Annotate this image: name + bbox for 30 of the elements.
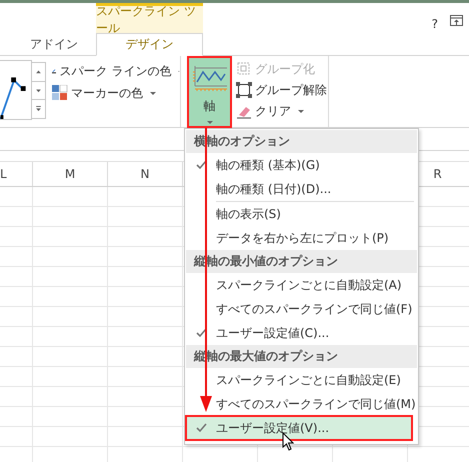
color-squares-icon: [52, 85, 68, 101]
menu-item[interactable]: 軸の種類 (日付)(D)...: [186, 177, 417, 201]
sparkline-preview-drawing: [0, 77, 26, 119]
menu-item[interactable]: 軸の表示(S): [186, 202, 417, 226]
axis-button[interactable]: 軸: [187, 56, 232, 128]
help-button[interactable]: ?: [432, 15, 438, 33]
column-header: R: [433, 167, 442, 181]
ribbon-tab[interactable]: デザイン: [96, 33, 203, 56]
command-button[interactable]: クリア: [236, 102, 328, 120]
command-button[interactable]: グループ解除: [236, 81, 328, 99]
command-button: グループ化: [236, 60, 328, 78]
contextual-tab-label: スパークライン ツール: [96, 3, 203, 33]
menu-item[interactable]: すべてのスパークラインで同じ値(F): [186, 297, 417, 321]
menu-item[interactable]: スパークラインごとに自動設定(A): [186, 273, 417, 297]
column-header: L: [0, 167, 7, 181]
command-button[interactable]: スパーク ラインの色: [52, 62, 180, 80]
menu-item[interactable]: すべてのスパークラインで同じ値(M): [186, 392, 417, 416]
axis-chart-icon: [190, 64, 228, 92]
column-header: M: [64, 167, 76, 181]
ribbon-display-icon[interactable]: [450, 15, 463, 26]
menu-item[interactable]: ユーザー設定値(V)...: [186, 416, 412, 440]
menu-item[interactable]: 軸の種類 (基本)(G): [186, 153, 417, 177]
ribbon-tab[interactable]: アドイン: [16, 32, 92, 56]
command-button[interactable]: マーカーの色: [52, 84, 180, 102]
menu-item[interactable]: データを右から左にプロット(P): [186, 226, 417, 250]
group-icon: [236, 61, 252, 77]
ungroup-icon: [236, 82, 252, 98]
menu-item[interactable]: ユーザー設定値(C)...: [186, 321, 417, 345]
menu-item[interactable]: スパークラインごとに自動設定(E): [186, 368, 417, 392]
column-header: N: [140, 167, 150, 181]
